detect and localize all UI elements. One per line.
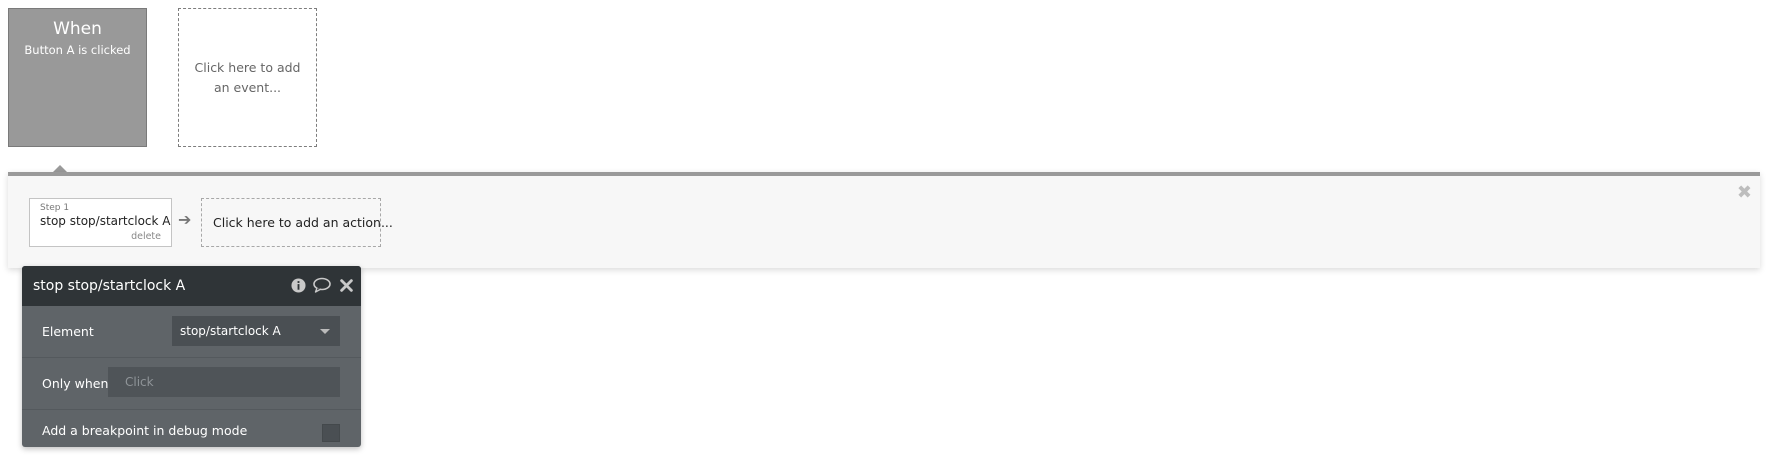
close-icon[interactable] [337, 276, 355, 294]
action-properties-panel: stop stop/startclock A Element stop/star… [22, 266, 361, 447]
step-delete-link[interactable]: delete [131, 231, 161, 242]
step-action-name: stop stop/startclock A [40, 214, 171, 228]
arrow-right-icon: ➔ [178, 210, 192, 229]
element-row: Element stop/startclock A [22, 306, 361, 358]
add-action-label: Click here to add an action... [213, 215, 393, 230]
event-trigger-text: Button A is clicked [24, 43, 131, 57]
chevron-down-icon [320, 329, 330, 334]
add-action-button[interactable]: Click here to add an action... [201, 198, 393, 247]
event-when-label: When [53, 19, 102, 39]
element-dropdown[interactable]: stop/startclock A [172, 316, 340, 346]
breakpoint-label: Add a breakpoint in debug mode [42, 423, 248, 438]
only-when-row: Only when [22, 358, 361, 410]
step-card[interactable]: Step 1 stop stop/startclock A delete [29, 198, 172, 247]
step-number-label: Step 1 [40, 203, 70, 213]
only-when-label: Only when [42, 376, 109, 391]
event-card[interactable]: When Button A is clicked [8, 8, 147, 147]
element-dropdown-value: stop/startclock A [180, 324, 281, 338]
add-event-button[interactable]: Click here to add an event... [178, 8, 317, 147]
comment-icon[interactable] [313, 276, 331, 294]
info-icon[interactable] [289, 276, 307, 294]
breakpoint-checkbox[interactable] [322, 424, 340, 442]
properties-header: stop stop/startclock A [22, 266, 361, 306]
close-icon[interactable]: ✖ [1737, 184, 1752, 202]
element-label: Element [42, 324, 94, 339]
add-event-label: Click here to add an event... [194, 59, 301, 95]
breakpoint-row: Add a breakpoint in debug mode [22, 410, 361, 447]
only-when-input[interactable] [108, 367, 340, 397]
properties-title: stop stop/startclock A [33, 278, 186, 294]
actions-panel: ✖ Step 1 stop stop/startclock A delete ➔… [8, 172, 1760, 268]
